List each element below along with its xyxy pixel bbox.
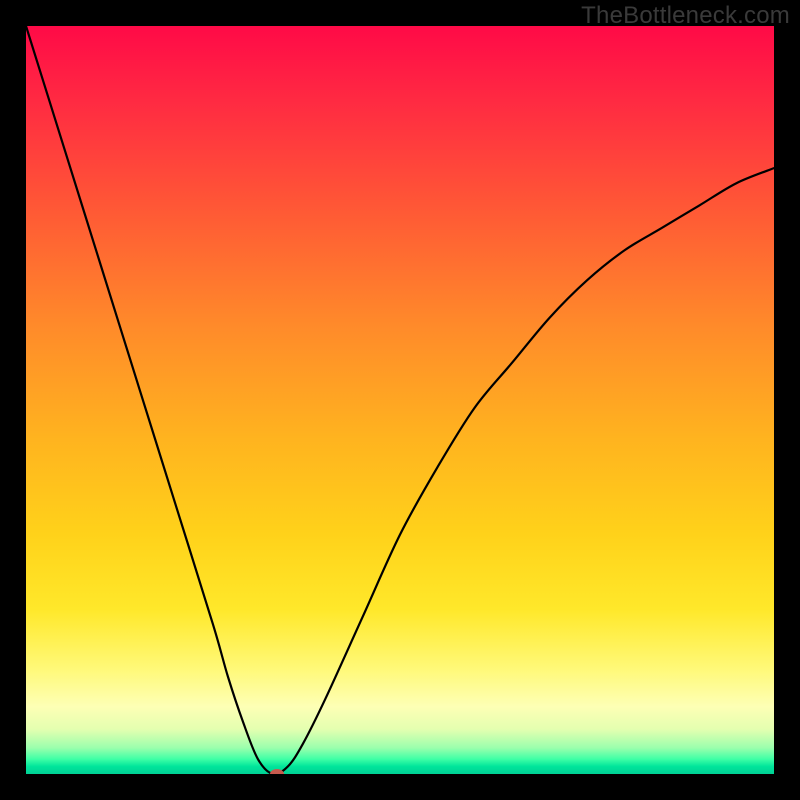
bottleneck-curve — [26, 26, 774, 774]
chart-frame: TheBottleneck.com — [0, 0, 800, 800]
watermark-text: TheBottleneck.com — [581, 2, 790, 30]
plot-area — [26, 26, 774, 774]
vertex-marker — [270, 769, 284, 774]
chart-curve-svg — [26, 26, 774, 774]
